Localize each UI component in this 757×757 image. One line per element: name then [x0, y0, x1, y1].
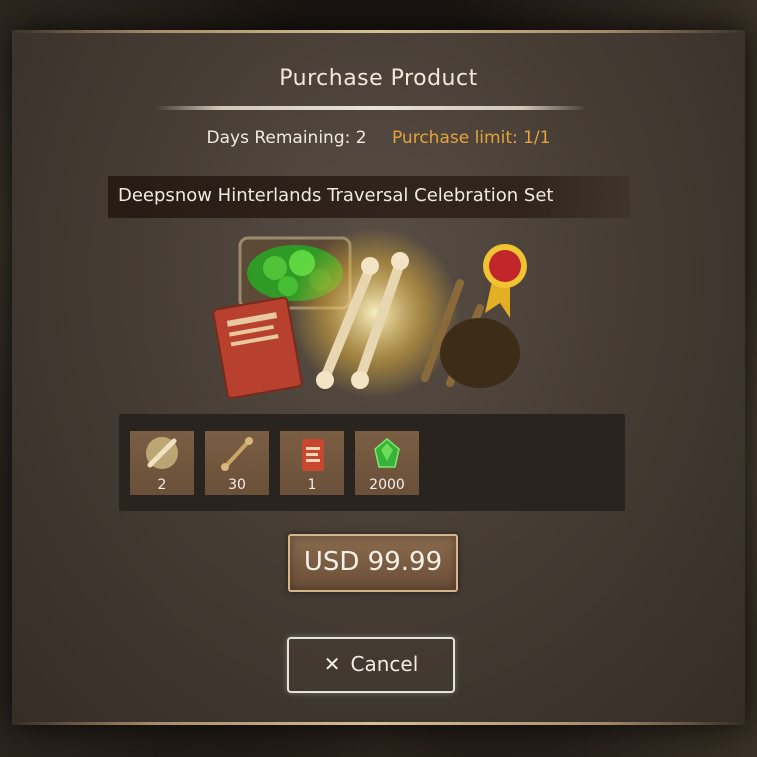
close-icon: ✕: [323, 652, 341, 676]
scroll-artwork-icon: [212, 296, 303, 400]
dialog-title: Purchase Product: [279, 66, 478, 91]
info-row: Days Remaining: 2 Purchase limit: 1/1: [0, 128, 757, 148]
days-remaining: Days Remaining: 2: [206, 128, 367, 148]
purchase-button[interactable]: USD 99.99: [288, 534, 458, 592]
set-name: Deepsnow Hinterlands Traversal Celebrati…: [118, 185, 554, 206]
item-qty: 30: [228, 477, 246, 493]
cancel-label: Cancel: [350, 652, 419, 676]
item-qty: 2: [157, 477, 167, 493]
product-artwork: [212, 228, 527, 400]
item-slot[interactable]: 2: [130, 431, 194, 495]
purchase-limit: Purchase limit: 1/1: [391, 128, 551, 148]
scroll-icon: [302, 439, 324, 471]
item-qty: 2000: [369, 477, 405, 493]
sack-icon: [440, 318, 520, 388]
glowing-bone-icon: [146, 437, 178, 469]
bone-icon: [221, 437, 253, 471]
cancel-button[interactable]: ✕ Cancel: [287, 637, 455, 693]
item-slot[interactable]: 2000: [355, 431, 419, 495]
item-qty: 1: [307, 477, 317, 493]
seal-ribbon-icon: [483, 244, 527, 318]
glow-effect: [290, 228, 460, 398]
green-gem-icon: [374, 438, 400, 468]
title-divider: [155, 106, 587, 110]
item-slot[interactable]: 30: [205, 431, 269, 495]
item-slot[interactable]: 1: [280, 431, 344, 495]
